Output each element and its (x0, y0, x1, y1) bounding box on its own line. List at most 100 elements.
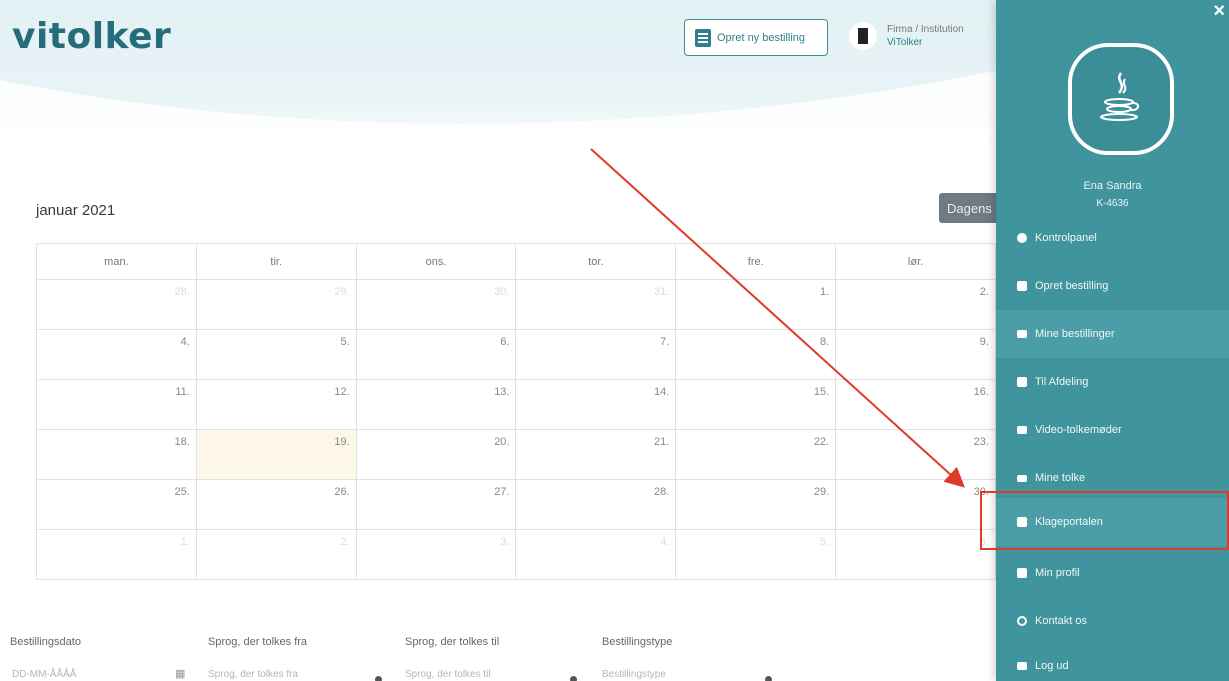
building-icon (849, 22, 877, 50)
user-icon (1017, 377, 1027, 387)
calendar-week-row: 28. 29. 30. 31. 1. 2. (37, 280, 996, 330)
menu-item-label: Kontrolpanel (1035, 232, 1097, 244)
order-type-select[interactable]: Bestillingstype (602, 669, 666, 680)
calendar-day-cell[interactable]: 21. (516, 430, 677, 480)
new-order-button[interactable]: Opret ny bestilling (684, 19, 828, 56)
calendar-day-cell[interactable]: 29. (196, 280, 357, 330)
weekday-header: tir. (196, 244, 357, 280)
menu-item-video-tolkemoder[interactable]: Video-tolkemøder (996, 406, 1229, 454)
calendar-day-cell[interactable]: 22. (676, 430, 837, 480)
calendar-week-row: 11. 12. 13. 14. 15. 16. (37, 380, 996, 430)
id-card-icon (1017, 474, 1027, 482)
weekday-header: ons. (356, 244, 517, 280)
calendar-day-cell[interactable]: 13. (356, 380, 517, 430)
calendar-month-title: januar 2021 (36, 202, 116, 219)
menu-item-log-ud[interactable]: Log ud (996, 642, 1229, 681)
calendar-day-cell-today[interactable]: 19. (196, 430, 357, 480)
calendar-day-cell[interactable]: 16. (836, 380, 996, 430)
menu-item-kontakt-os[interactable]: Kontakt os (996, 597, 1229, 645)
calendar-day-cell[interactable]: 29. (676, 480, 837, 530)
date-filter-input[interactable]: DD-MM-ÅÅÅÅ (12, 669, 76, 680)
calendar-day-cell[interactable]: 23. (836, 430, 996, 480)
calendar-day-cell[interactable]: 30. (836, 480, 996, 530)
calendar-day-cell[interactable]: 31. (516, 280, 677, 330)
calendar-day-cell[interactable]: 6. (356, 330, 517, 380)
calendar-day-cell[interactable]: 12. (196, 380, 357, 430)
order-type-label: Bestillingstype (602, 636, 673, 648)
calendar-day-cell[interactable]: 14. (516, 380, 677, 430)
menu-item-label: Til Afdeling (1035, 376, 1089, 388)
order-form-icon (695, 28, 711, 47)
calendar-day-cell[interactable]: 11. (37, 380, 197, 430)
calendar-day-cell[interactable]: 5. (676, 530, 837, 580)
close-icon[interactable]: × (1213, 0, 1225, 23)
chevron-down-icon[interactable] (765, 676, 772, 681)
chevron-down-icon[interactable] (375, 676, 382, 681)
calendar-header-row: man. tir. ons. tor. fre. lør. (37, 244, 996, 280)
lang-from-select[interactable]: Sprog, der tolkes fra (208, 669, 298, 680)
menu-item-label: Mine bestillinger (1035, 328, 1115, 340)
calendar-grid: man. tir. ons. tor. fre. lør. 28. 29. 30… (36, 243, 996, 580)
calendar-day-cell[interactable]: 28. (516, 480, 677, 530)
menu-item-min-profil[interactable]: Min profil (996, 549, 1229, 597)
menu-item-mine-bestillinger[interactable]: Mine bestillinger (996, 310, 1229, 358)
headset-icon (1017, 616, 1027, 626)
calendar-day-cell[interactable]: 4. (516, 530, 677, 580)
side-menu: × Ena Sandra K-4636 Kontrolpanel Opret b… (996, 0, 1229, 681)
calendar-day-cell[interactable]: 18. (37, 430, 197, 480)
menu-item-label: Min profil (1035, 567, 1080, 579)
pie-chart-icon (1017, 233, 1027, 243)
calendar-day-cell[interactable]: 5. (196, 330, 357, 380)
new-order-label: Opret ny bestilling (717, 31, 806, 44)
weekday-header: man. (37, 244, 197, 280)
calendar-day-cell[interactable]: 20. (356, 430, 517, 480)
calendar-icon[interactable]: ▦ (175, 667, 185, 680)
calendar-day-cell[interactable]: 1. (676, 280, 837, 330)
calendar-day-cell[interactable]: 2. (196, 530, 357, 580)
calendar-day-cell[interactable]: 7. (516, 330, 677, 380)
menu-item-label: Video-tolkemøder (1035, 424, 1122, 436)
menu-item-kontrolpanel[interactable]: Kontrolpanel (996, 214, 1229, 262)
java-logo-icon (1100, 72, 1139, 121)
weekday-header: lør. (836, 244, 996, 280)
weekday-header: fre. (676, 244, 837, 280)
menu-item-label: Log ud (1035, 660, 1069, 672)
calendar-day-cell[interactable]: 6. (836, 530, 996, 580)
lang-from-label: Sprog, der tolkes fra (208, 636, 308, 648)
firm-label: Firma / Institution (887, 24, 964, 35)
avatar[interactable] (1068, 43, 1174, 155)
video-icon (1017, 426, 1027, 434)
today-button[interactable]: Dagens (939, 193, 999, 223)
menu-item-label: Mine tolke (1035, 472, 1086, 484)
annotation-highlight-box (980, 491, 1229, 550)
lang-to-label: Sprog, der tolkes til (405, 636, 500, 648)
firm-selector[interactable]: Firma / Institution ViTolker (887, 23, 964, 49)
chevron-down-icon[interactable] (570, 676, 577, 681)
menu-item-opret-bestilling[interactable]: Opret bestilling (996, 262, 1229, 310)
menu-item-til-afdeling[interactable]: Til Afdeling (996, 358, 1229, 406)
firm-name: ViTolker (887, 37, 923, 48)
calendar-day-cell[interactable]: 28. (37, 280, 197, 330)
calendar-week-row: 25. 26. 27. 28. 29. 30. (37, 480, 996, 530)
calendar-day-cell[interactable]: 9. (836, 330, 996, 380)
user-name: Ena Sandra (1083, 180, 1142, 192)
calendar-day-cell[interactable]: 1. (37, 530, 197, 580)
calendar-day-cell[interactable]: 27. (356, 480, 517, 530)
profile-icon (1017, 568, 1027, 578)
menu-item-label: Kontakt os (1035, 615, 1087, 627)
calendar-day-cell[interactable]: 26. (196, 480, 357, 530)
calendar-day-cell[interactable]: 30. (356, 280, 517, 330)
menu-item-label: Opret bestilling (1035, 280, 1109, 292)
calendar-day-cell[interactable]: 3. (356, 530, 517, 580)
calendar-day-cell[interactable]: 2. (836, 280, 996, 330)
logo[interactable]: vitolker (12, 16, 171, 57)
calendar-day-cell[interactable]: 25. (37, 480, 197, 530)
calendar-day-cell[interactable]: 8. (676, 330, 837, 380)
calendar-week-row: 18. 19. 20. 21. 22. 23. (37, 430, 996, 480)
user-id: K-4636 (1096, 198, 1129, 209)
list-icon (1017, 330, 1027, 338)
lang-to-select[interactable]: Sprog, der tolkes til (405, 669, 491, 680)
calendar-day-cell[interactable]: 15. (676, 380, 837, 430)
logout-icon (1017, 662, 1027, 670)
calendar-day-cell[interactable]: 4. (37, 330, 197, 380)
